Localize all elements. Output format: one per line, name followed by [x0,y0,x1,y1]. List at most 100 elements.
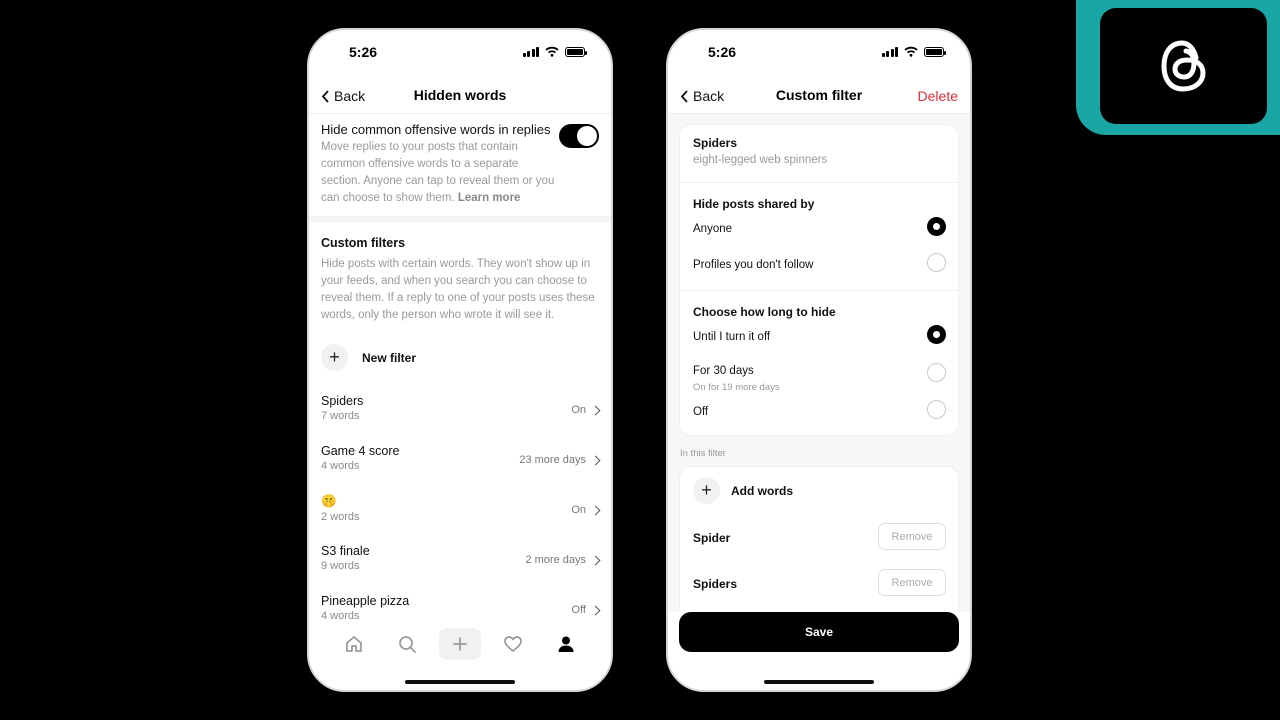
tab-profile[interactable] [545,628,587,660]
add-words-button[interactable]: + Add words [693,477,793,504]
filter-status: On [571,504,601,516]
filter-status-text: On [571,504,586,516]
radio-anyone[interactable] [927,217,946,236]
status-icons [881,46,946,57]
phone-hidden-words: 5:26 Back Hidden words Hide common offen… [307,28,613,692]
word-label: Spider [693,531,731,545]
chevron-right-icon [590,455,601,465]
plus-icon [453,637,467,651]
filter-status-text: 2 more days [525,554,586,566]
tab-compose[interactable] [439,628,481,660]
status-time: 5:26 [349,44,378,60]
filter-list: Spiders 7 words On Game 4 score 4 words … [321,394,601,644]
tab-search[interactable] [386,628,428,660]
list-item[interactable]: Game 4 score 4 words 23 more days [321,444,601,494]
option-off-label: Off [693,406,709,418]
filter-name: Pineapple pizza [321,594,410,608]
stage: 5:26 Back Hidden words Hide common offen… [0,0,1280,720]
radio-until-off[interactable] [927,325,946,344]
status-time: 5:26 [708,44,737,60]
offensive-words-section: Hide common offensive words in replies M… [321,122,599,207]
toggle-knob [577,126,597,146]
section-divider [309,216,611,222]
radio-off[interactable] [927,400,946,419]
offensive-toggle[interactable] [559,124,599,148]
offensive-title: Hide common offensive words in replies [321,122,551,137]
filter-status: Off [571,604,601,616]
chevron-right-icon [590,505,601,515]
hide-shared-by-heading: Hide posts shared by [693,197,815,211]
new-filter-button[interactable]: + New filter [321,344,416,371]
custom-filters-heading: Custom filters [321,236,406,250]
filter-count: 2 words [321,511,360,523]
words-card: + Add words Spider Remove Spiders Remove [679,466,959,642]
filter-name: 🤫 [321,494,337,508]
word-label: Spiders [693,577,738,591]
filter-status-text: Off [571,604,586,616]
wifi-icon [545,46,559,57]
status-bar: 5:26 [668,30,970,74]
remove-button[interactable]: Remove [878,569,946,596]
filter-description: eight-legged web spinners [693,154,828,166]
wifi-icon [904,46,918,57]
card-divider [680,290,958,291]
tab-activity[interactable] [492,628,534,660]
radio-not-follow[interactable] [927,253,946,272]
page-title: Hidden words [413,87,507,103]
card-divider [680,182,958,183]
plus-icon: + [321,344,348,371]
threads-icon [1160,40,1206,92]
home-indicator [405,680,515,684]
filter-status-text: On [571,404,586,416]
threads-logo [1100,8,1267,124]
filter-count: 7 words [321,410,360,422]
plus-icon: + [693,477,720,504]
filter-settings-card: Spiders eight-legged web spinners Hide p… [679,124,959,436]
list-item[interactable]: 🤫 2 words On [321,494,601,544]
filter-name: Spiders [693,136,738,150]
signal-icon [522,46,539,57]
search-icon [399,636,416,653]
save-button[interactable]: Save [679,612,959,652]
list-item[interactable]: Spiders 7 words On [321,394,601,444]
chevron-right-icon [590,405,601,415]
phone-custom-filter: 5:26 Back Custom filter Delete Spiders e… [666,28,972,692]
filter-status: On [571,404,601,416]
battery-icon [565,46,587,57]
home-icon [346,636,362,652]
tab-list [333,628,587,660]
custom-filters-description: Hide posts with certain words. They won'… [321,258,595,321]
duration-heading: Choose how long to hide [693,305,836,319]
filter-count: 4 words [321,610,360,622]
custom-filters-section: Custom filters Hide posts with certain w… [321,236,599,324]
home-indicator [764,680,874,684]
heart-icon [504,636,522,652]
tab-home[interactable] [333,628,375,660]
nav-bar: Back Custom filter Delete [668,82,970,114]
status-bar: 5:26 [309,30,611,74]
option-30-days-sub: On for 19 more days [693,382,780,393]
option-until-off-label: Until I turn it off [693,331,771,343]
filter-name: Spiders [321,394,364,408]
learn-more-link[interactable]: Learn more [458,192,521,204]
delete-button[interactable]: Delete [918,88,958,104]
chevron-right-icon [590,605,601,615]
profile-icon [558,636,574,652]
list-item[interactable]: S3 finale 9 words 2 more days [321,544,601,594]
option-anyone-label: Anyone [693,223,733,235]
option-not-follow-label: Profiles you don't follow [693,259,814,271]
status-icons [522,46,587,57]
threads-badge [1076,0,1280,135]
filter-status: 23 more days [519,454,601,466]
battery-icon [924,46,946,57]
signal-icon [881,46,898,57]
save-bar: Save [668,612,970,690]
new-filter-label: New filter [362,350,417,365]
remove-button[interactable]: Remove [878,523,946,550]
radio-30-days[interactable] [927,363,946,382]
add-words-label: Add words [731,483,793,498]
in-filter-label: In this filter [680,448,726,459]
chevron-right-icon [590,555,601,565]
filter-status-text: 23 more days [519,454,586,466]
tab-bar [309,622,611,690]
